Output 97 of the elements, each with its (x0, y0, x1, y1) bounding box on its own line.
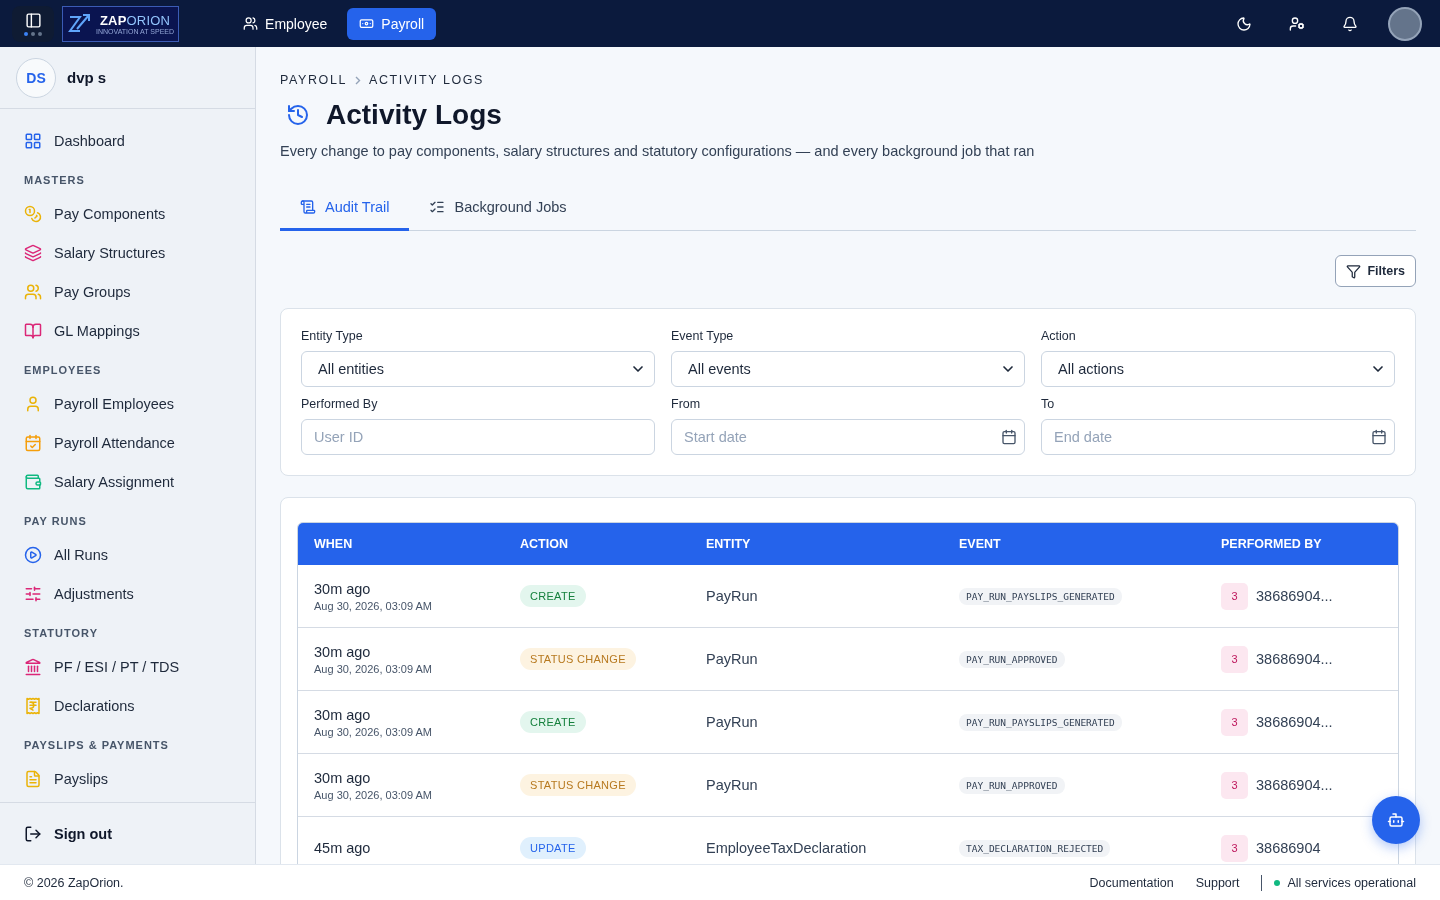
sidebar-item[interactable]: All Runs (0, 535, 255, 574)
tab[interactable]: Background Jobs (409, 185, 587, 231)
sidebar-item[interactable]: Payroll Employees (0, 384, 255, 423)
footer-link[interactable]: Support (1195, 875, 1240, 890)
performer-id: 38686904... (1256, 777, 1333, 793)
sidebar-item[interactable]: GL Mappings (0, 311, 255, 350)
avatar[interactable] (1388, 6, 1422, 41)
field-label: Action (1041, 329, 1077, 343)
timestamp: Aug 30, 2026, 03:09 AM (314, 788, 434, 801)
section-heading: EMPLOYEES (23, 363, 103, 378)
timestamp: Aug 30, 2026, 03:09 AM (314, 662, 434, 675)
performer-id: 38686904... (1256, 651, 1333, 667)
entity-name: PayRun (706, 777, 758, 793)
copyright: © 2026 ZapOrion. (24, 875, 124, 890)
event-code: PAY_RUN_APPROVED (959, 650, 1065, 668)
sidebar-item[interactable]: Payslips (0, 759, 255, 798)
date-field[interactable]: Start date (671, 419, 1025, 455)
user-badge: 3 (1221, 582, 1248, 610)
people-icon (243, 16, 259, 31)
calendar-icon[interactable] (1371, 429, 1387, 445)
user-badge: 3 (1221, 708, 1248, 736)
nav-tab[interactable]: Payroll (347, 7, 437, 40)
event-code: TAX_DECLARATION_REJECTED (959, 839, 1111, 857)
column-header: WHEN (313, 537, 354, 551)
sidebar-item[interactable]: Pay Groups (0, 272, 255, 311)
column-header: ENTITY (705, 537, 752, 551)
entity-name: PayRun (706, 651, 758, 667)
performer-id: 38686904 (1256, 840, 1321, 856)
user-badge: 3 (1221, 771, 1248, 799)
breadcrumb-item[interactable]: PAYROLL (280, 73, 347, 87)
section-heading: MASTERS (23, 173, 86, 188)
column-header: ACTION (519, 537, 569, 551)
timestamp: Aug 30, 2026, 03:09 AM (314, 725, 434, 738)
user-badge: 3 (1221, 645, 1248, 673)
timestamp: Aug 30, 2026, 03:09 AM (314, 599, 434, 612)
relative-time: 30m ago (314, 706, 372, 723)
history-icon (286, 103, 310, 127)
entity-name: PayRun (706, 588, 758, 604)
event-code: PAY_RUN_APPROVED (959, 776, 1065, 794)
breadcrumb-item: ACTIVITY LOGS (369, 73, 485, 87)
relative-time: 30m ago (314, 643, 372, 660)
scroll-icon (300, 198, 316, 215)
field-label: From (671, 397, 702, 411)
date-field[interactable]: End date (1041, 419, 1395, 455)
performer-id: 38686904... (1256, 588, 1333, 604)
entity-name: PayRun (706, 714, 758, 730)
input-field[interactable]: User ID (301, 419, 655, 455)
sidebar-item[interactable]: Pay Components (0, 194, 255, 233)
chevron-icon (355, 75, 361, 85)
status-text: All services operational (1287, 875, 1416, 890)
event-code: PAY_RUN_PAYSLIPS_GENERATED (959, 587, 1122, 605)
sidebar-item[interactable]: PF / ESI / PT / TDS (0, 647, 255, 686)
tab[interactable]: Audit Trail (280, 185, 410, 231)
page-title: Activity Logs (326, 99, 502, 131)
page-description: Every change to pay components, salary structures and statutory configurations — and every background job that ran (280, 143, 1036, 159)
action-tag: CREATE (520, 711, 586, 733)
performer-id: 38686904... (1256, 714, 1333, 730)
sidebar-item[interactable]: Declarations (0, 686, 255, 725)
column-header: EVENT (958, 537, 1002, 551)
user-name: dvp s (67, 69, 107, 86)
sidebar-panel-icon (24, 11, 42, 29)
column-header: PERFORMED BY (1220, 537, 1323, 551)
relative-time: 30m ago (314, 580, 372, 597)
action-tag: STATUS CHANGE (520, 774, 636, 796)
filters-button[interactable]: Filters (1335, 255, 1416, 287)
filter-icon (1346, 263, 1362, 279)
action-tag: UPDATE (520, 837, 586, 859)
logout-icon (24, 824, 42, 843)
footer-link[interactable]: Documentation (1089, 875, 1174, 890)
field-label: Entity Type (301, 329, 364, 343)
field-label: Event Type (671, 329, 735, 343)
relative-time: 45m ago (314, 840, 372, 856)
banknote-icon (359, 16, 375, 31)
sidebar-toggle-button[interactable] (12, 5, 54, 42)
nav-tab[interactable]: Employee (231, 7, 340, 40)
sidebar-item[interactable]: Payroll Attendance (0, 423, 255, 462)
section-heading: PAY RUNS (23, 514, 88, 529)
sidebar-item[interactable]: Adjustments (0, 574, 255, 613)
sidebar-item[interactable]: Salary Assignment (0, 462, 255, 501)
section-heading: PAYSLIPS & PAYMENTS (23, 738, 170, 753)
entity-name: EmployeeTaxDeclaration (706, 840, 867, 856)
select-field[interactable]: All actions (1041, 351, 1395, 387)
select-field[interactable]: All events (671, 351, 1025, 387)
sidebar-item[interactable]: Dashboard (0, 121, 255, 160)
user-initials: DS (16, 57, 56, 98)
section-heading: STATUTORY (23, 626, 99, 641)
robot-icon (1387, 811, 1405, 829)
action-tag: STATUS CHANGE (520, 648, 636, 670)
calendar-icon[interactable] (1001, 429, 1017, 445)
sidebar-item[interactable]: Salary Structures (0, 233, 255, 272)
relative-time: 30m ago (314, 769, 372, 786)
select-field[interactable]: All entities (301, 351, 655, 387)
event-code: PAY_RUN_PAYSLIPS_GENERATED (959, 713, 1122, 731)
action-tag: CREATE (520, 585, 586, 607)
user-badge: 3 (1221, 834, 1248, 862)
field-label: Performed By (301, 397, 379, 411)
field-label: To (1041, 397, 1056, 411)
